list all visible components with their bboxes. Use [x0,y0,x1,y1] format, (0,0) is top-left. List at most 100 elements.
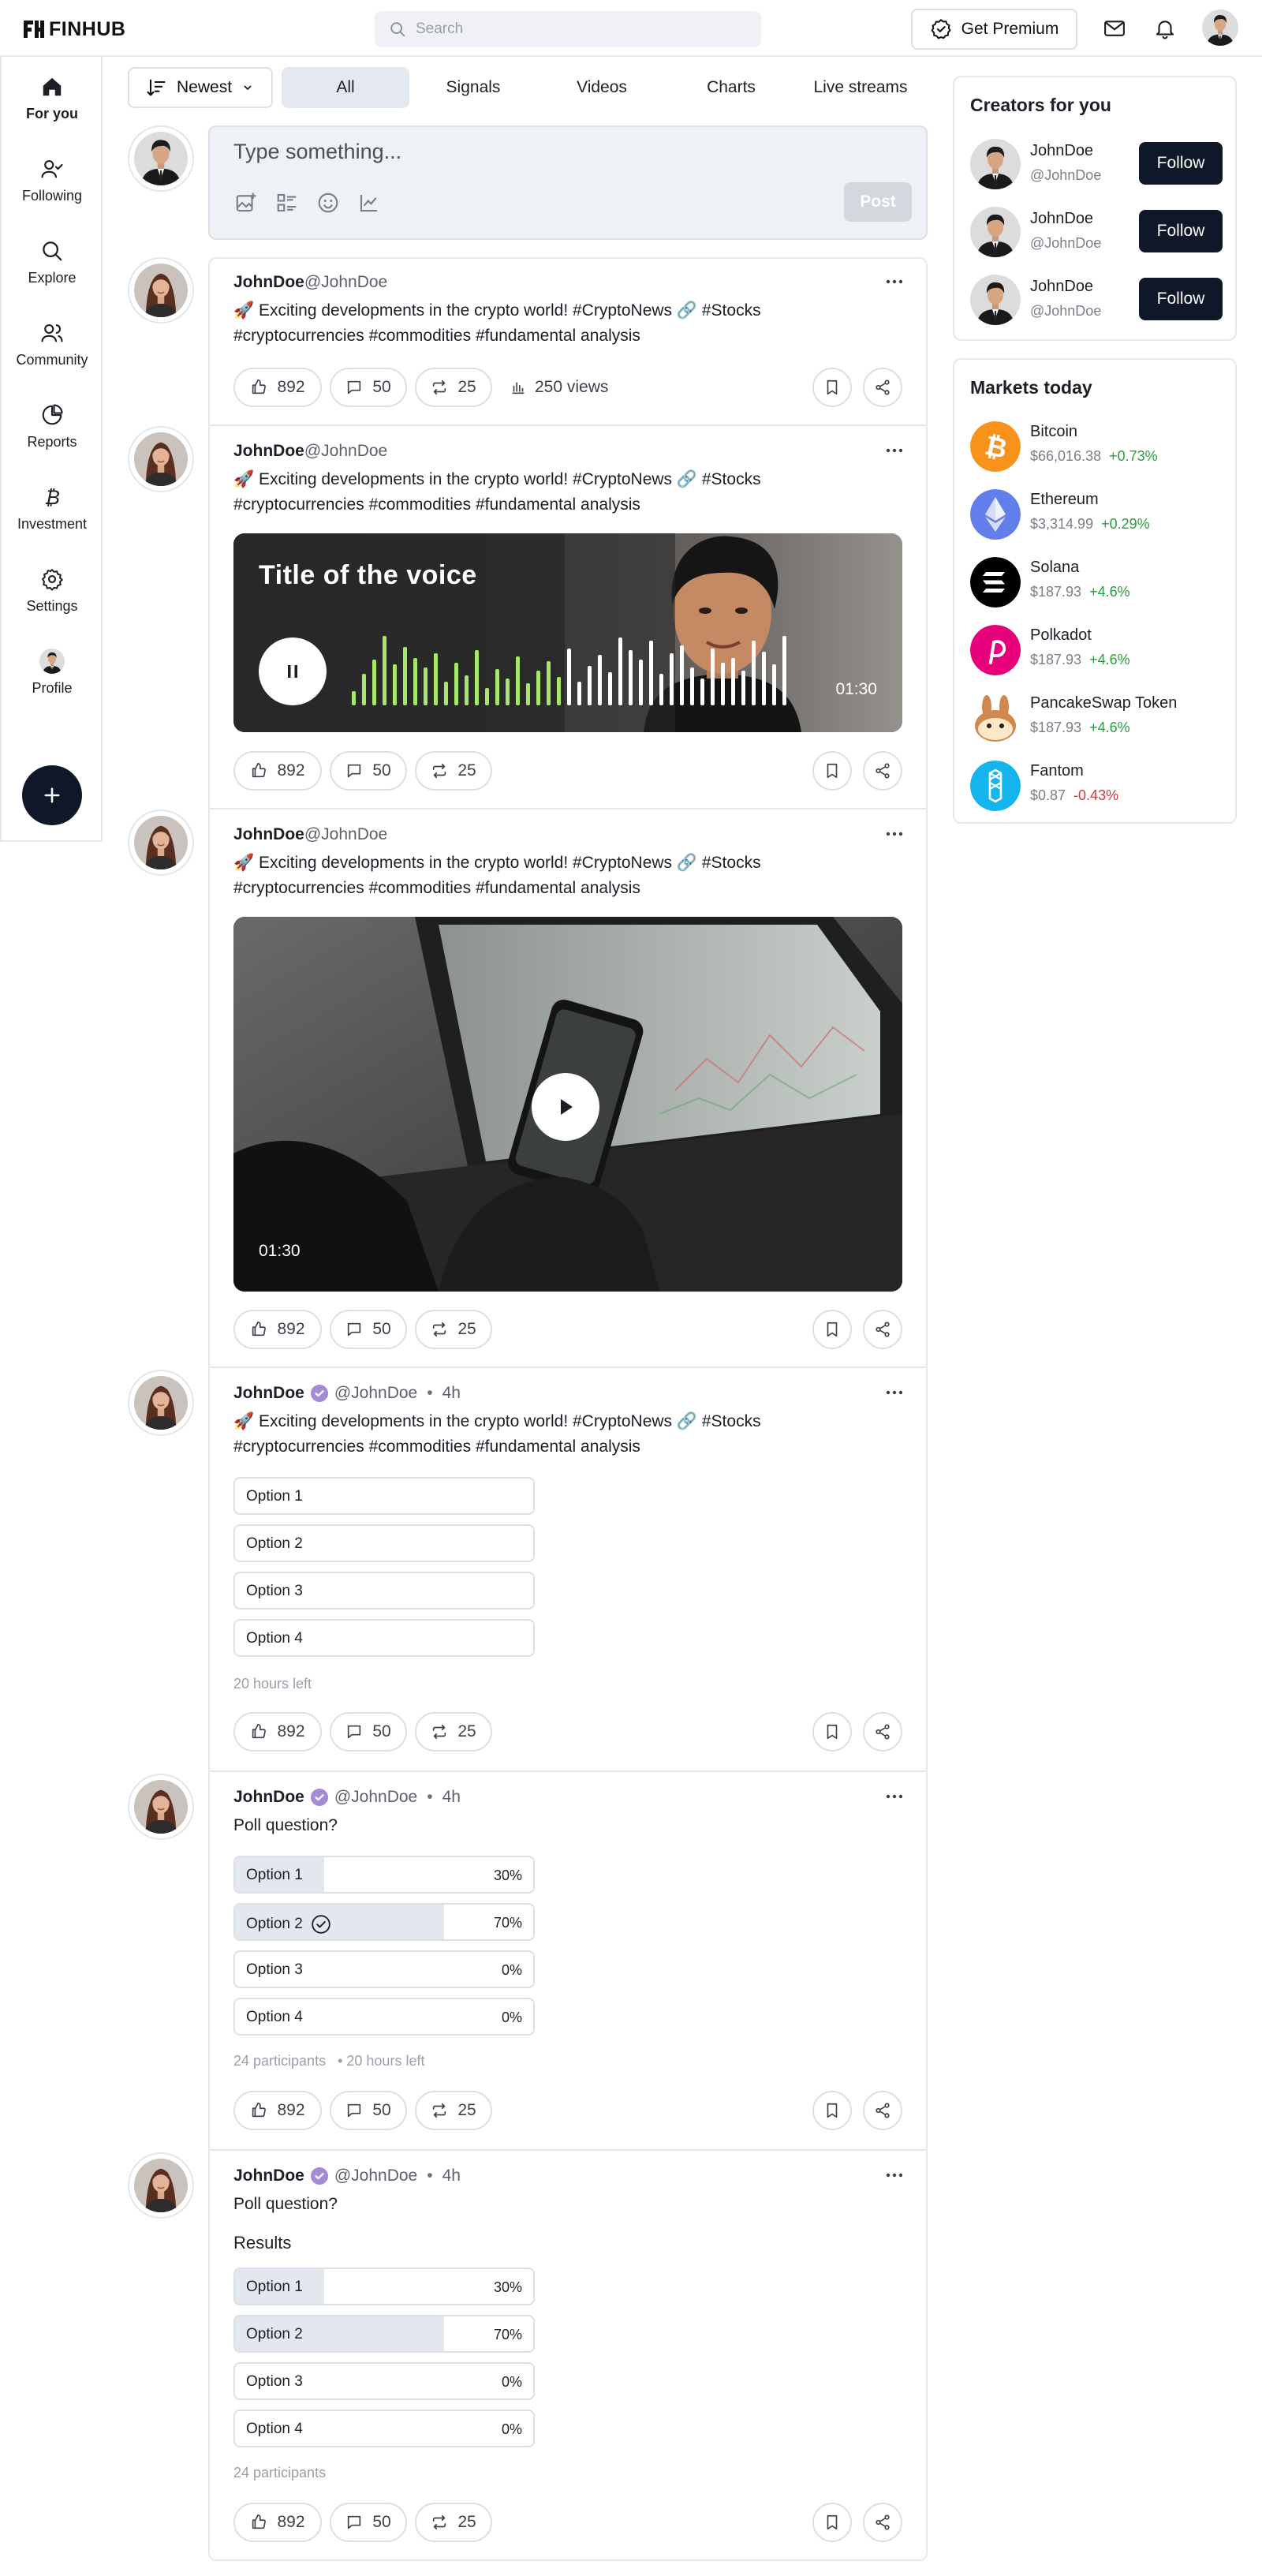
follow-button[interactable]: Follow [1139,278,1223,320]
get-premium-button[interactable]: Get Premium [911,9,1077,50]
market-item[interactable]: PancakeSwap Token $187.93 +4.6% [970,691,1223,746]
creator-name[interactable]: JohnDoe [1030,210,1093,228]
share-button[interactable] [863,368,902,407]
creator-name[interactable]: JohnDoe [1030,278,1093,296]
like-button[interactable]: 892 [233,751,322,791]
comment-button[interactable]: 50 [330,2091,407,2130]
repost-button[interactable]: 25 [415,2091,492,2130]
like-button[interactable]: 892 [233,2091,322,2130]
chart-icon[interactable] [357,190,382,215]
repost-button[interactable]: 25 [415,368,492,407]
list-icon[interactable] [274,190,300,215]
create-post-button[interactable] [22,765,82,825]
poll-option[interactable]: Option 1 [233,1477,535,1515]
post-handle[interactable]: @JohnDoe [304,273,387,292]
nav-item-investment[interactable]: ₿ Investment [2,484,103,548]
post-avatar[interactable] [128,1370,194,1436]
tab-signals[interactable]: Signals [409,67,537,108]
bookmark-button[interactable] [812,1310,852,1349]
share-button[interactable] [863,1310,902,1349]
post-author[interactable]: JohnDoe [233,1788,304,1807]
poll-option[interactable]: Option 2 [233,1524,535,1562]
more-options-icon[interactable] [885,278,904,286]
bookmark-button[interactable] [812,1712,852,1752]
creator-avatar[interactable] [970,139,1021,189]
nav-item-following[interactable]: Following [2,156,103,219]
poll-option[interactable]: Option 2 70% [233,1903,535,1941]
nav-item-settings[interactable]: Settings [2,566,103,630]
post-author[interactable]: JohnDoe [233,2167,304,2185]
more-options-icon[interactable] [885,447,904,454]
repost-button[interactable]: 25 [415,751,492,791]
post-author[interactable]: JohnDoe [233,442,304,461]
follow-button[interactable]: Follow [1139,142,1223,185]
repost-button[interactable]: 25 [415,1712,492,1752]
mail-icon[interactable] [1102,16,1127,41]
bookmark-button[interactable] [812,751,852,791]
nav-item-profile[interactable]: Profile [2,649,103,712]
comment-button[interactable]: 50 [330,1712,407,1752]
poll-option[interactable]: Option 1 30% [233,1856,535,1894]
poll-option[interactable]: Option 3 0% [233,1950,535,1988]
tab-live-streams[interactable]: Live streams [796,67,925,108]
bookmark-button[interactable] [812,2091,852,2130]
post-handle[interactable]: @JohnDoe [304,442,387,461]
user-avatar[interactable] [1202,9,1238,46]
like-button[interactable]: 892 [233,1310,322,1349]
follow-button[interactable]: Follow [1139,210,1223,252]
tab-charts[interactable]: Charts [666,67,796,108]
share-button[interactable] [863,751,902,791]
market-item[interactable]: Polkadot $187.93 +4.6% [970,623,1223,679]
market-item[interactable]: Fantom $0.87 -0.43% [970,759,1223,814]
comment-button[interactable]: 50 [330,368,407,407]
tab-all[interactable]: All [282,67,409,108]
comment-button[interactable]: 50 [330,2503,407,2542]
post-avatar[interactable] [128,809,194,876]
like-button[interactable]: 892 [233,1712,322,1752]
bookmark-button[interactable] [812,368,852,407]
repost-button[interactable]: 25 [415,2503,492,2542]
image-add-icon[interactable] [233,190,259,215]
post-author[interactable]: JohnDoe [233,1384,304,1403]
share-button[interactable] [863,1712,902,1752]
poll-option[interactable]: Option 3 [233,1572,535,1610]
poll-option[interactable]: Option 4 0% [233,1998,535,2036]
nav-item-for-you[interactable]: For you [2,74,103,137]
emoji-icon[interactable] [316,190,341,215]
post-avatar[interactable] [128,1774,194,1840]
market-item[interactable]: ₿ Bitcoin $66,016.38 +0.73% [970,420,1223,475]
post-handle[interactable]: @JohnDoe [334,1384,417,1403]
comment-button[interactable]: 50 [330,1310,407,1349]
market-item[interactable]: Ethereum $3,314.99 +0.29% [970,488,1223,543]
logo[interactable]: FINHUB [24,17,125,41]
market-item[interactable]: Solana $187.93 +4.6% [970,555,1223,611]
post-avatar[interactable] [128,426,194,492]
post-handle[interactable]: @JohnDoe [304,825,387,844]
more-options-icon[interactable] [885,1793,904,1800]
post-handle[interactable]: @JohnDoe [334,2167,417,2185]
creator-name[interactable]: JohnDoe [1030,142,1093,160]
nav-item-explore[interactable]: Explore [2,238,103,301]
play-button[interactable] [532,1073,599,1141]
creator-avatar[interactable] [970,207,1021,257]
nav-item-community[interactable]: Community [2,320,103,383]
share-button[interactable] [863,2091,902,2130]
more-options-icon[interactable] [885,2171,904,2179]
like-button[interactable]: 892 [233,368,322,407]
like-button[interactable]: 892 [233,2503,322,2542]
comment-button[interactable]: 50 [330,751,407,791]
post-handle[interactable]: @JohnDoe [334,1788,417,1807]
search-bar[interactable] [375,11,761,47]
video-player[interactable]: 01:30 [233,917,902,1292]
creator-avatar[interactable] [970,275,1021,325]
bell-icon[interactable] [1152,16,1178,41]
more-options-icon[interactable] [885,830,904,838]
repost-button[interactable]: 25 [415,1310,492,1349]
share-button[interactable] [863,2503,902,2542]
bookmark-button[interactable] [812,2503,852,2542]
post-author[interactable]: JohnDoe [233,273,304,292]
nav-item-reports[interactable]: Reports [2,402,103,465]
post-avatar[interactable] [128,257,194,323]
post-avatar[interactable] [128,2152,194,2219]
search-input[interactable] [416,21,747,38]
